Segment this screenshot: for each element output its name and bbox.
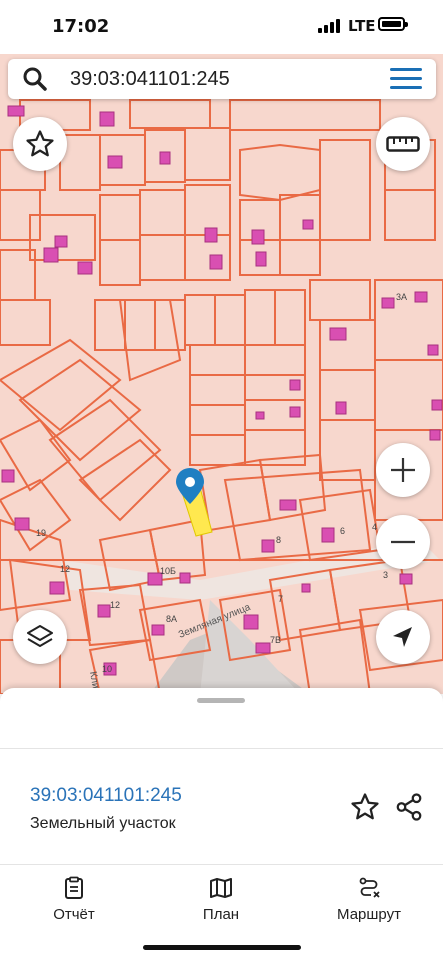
my-location-button[interactable] — [376, 610, 430, 664]
house-number: 10 — [102, 664, 112, 674]
sheet-drag-handle[interactable] — [197, 698, 245, 703]
house-number: 12 — [60, 564, 70, 574]
status-bar: 17:02 LTE — [0, 0, 443, 54]
star-icon — [26, 130, 54, 157]
divider — [0, 864, 443, 865]
navigation-arrow-icon — [393, 627, 412, 647]
favorites-button[interactable] — [13, 117, 67, 171]
ruler-button[interactable] — [376, 117, 430, 171]
search-icon[interactable] — [22, 66, 48, 92]
divider — [0, 748, 443, 749]
house-number: 7В — [270, 635, 281, 645]
ruler-icon — [386, 136, 420, 152]
battery-icon — [378, 17, 408, 31]
house-number: 12 — [110, 600, 120, 610]
tab-label: Отчёт — [53, 906, 95, 923]
plus-icon — [391, 458, 415, 482]
tab-label: План — [202, 906, 240, 923]
search-bar[interactable]: 39:03:041101:245 — [8, 59, 436, 99]
status-time: 17:02 — [52, 16, 110, 37]
zoom-out-button[interactable] — [376, 515, 430, 569]
report-icon — [65, 876, 83, 899]
parcel-info-sheet[interactable]: 39:03:041101:245 Земельный участок Отчёт… — [0, 688, 443, 960]
parcel-cadastral-number[interactable]: 39:03:041101:245 — [30, 785, 182, 807]
house-number: 10Б — [160, 566, 176, 576]
share-icon[interactable] — [394, 792, 424, 822]
zoom-in-button[interactable] — [376, 443, 430, 497]
house-number: 19 — [36, 528, 46, 538]
home-indicator — [143, 945, 301, 950]
house-number: 4 — [372, 522, 377, 532]
network-type: LTE — [348, 17, 376, 35]
house-number: 8А — [166, 614, 177, 624]
house-number: 7 — [278, 594, 283, 604]
house-number: 8 — [276, 535, 281, 545]
house-number: 6 — [340, 526, 345, 536]
house-number: 3 — [383, 570, 388, 580]
tab-plan[interactable]: План — [166, 876, 276, 926]
tab-route[interactable]: Маршрут — [314, 876, 424, 926]
tab-label: Маршрут — [337, 906, 401, 923]
search-input[interactable]: 39:03:041101:245 — [70, 68, 230, 91]
tab-report[interactable]: Отчёт — [19, 876, 129, 926]
map-plan-icon — [210, 878, 232, 898]
layers-icon — [27, 625, 53, 647]
route-icon — [359, 877, 380, 898]
minus-icon — [391, 540, 415, 544]
house-number: 3А — [396, 292, 407, 302]
star-icon[interactable] — [350, 792, 380, 822]
menu-icon[interactable] — [390, 68, 422, 90]
layers-button[interactable] — [13, 610, 67, 664]
signal-icon — [318, 19, 340, 33]
parcel-type: Земельный участок — [30, 815, 176, 832]
